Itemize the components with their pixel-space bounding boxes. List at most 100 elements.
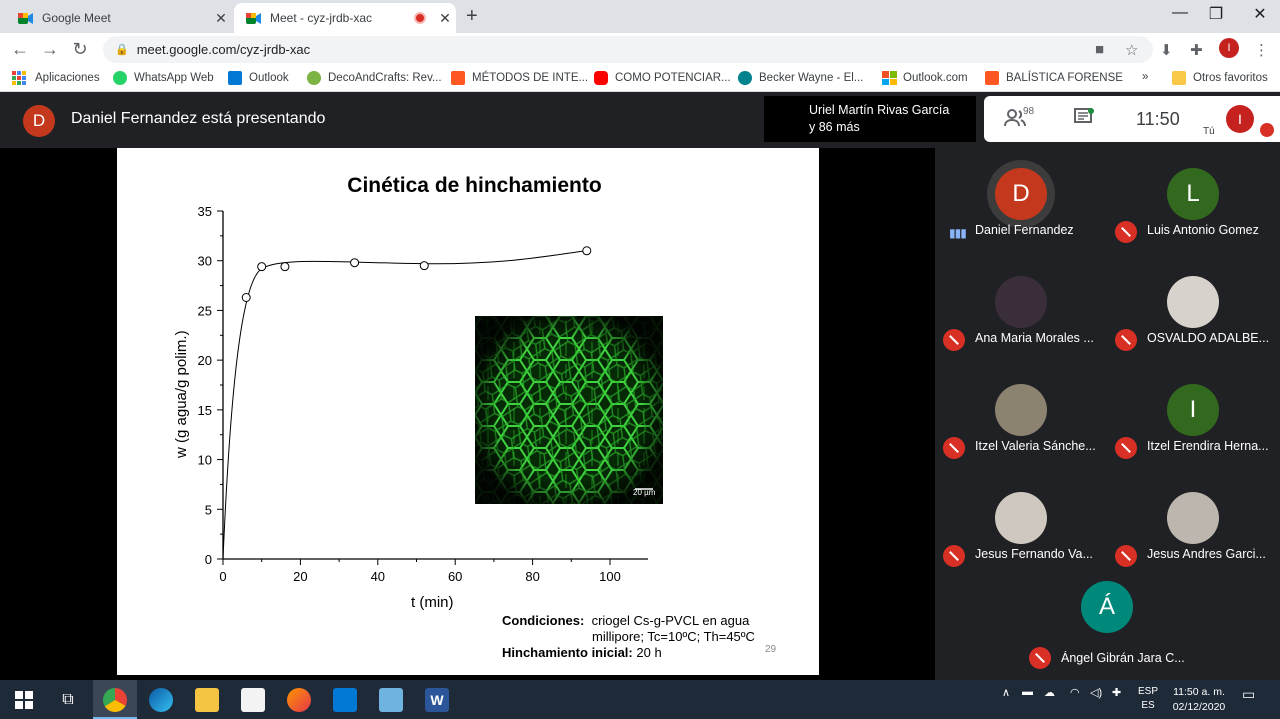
restore-icon[interactable]: ❐	[1196, 4, 1236, 24]
tab-title: Meet - cyz-jrdb-xac	[270, 11, 373, 25]
data-point	[257, 262, 267, 272]
download-icon[interactable]: ⬇	[1160, 41, 1173, 59]
tab-google-meet[interactable]: Google Meet ✕	[6, 3, 232, 33]
outlook-icon	[228, 71, 242, 85]
participant-tile[interactable]: Ana Maria Morales ...	[935, 256, 1107, 364]
participant-tile[interactable]: I Itzel Erendira Herna...	[1107, 364, 1279, 472]
data-point	[582, 246, 592, 256]
mic-off-icon	[1115, 329, 1137, 351]
file-explorer-icon[interactable]	[195, 688, 219, 712]
mic-off-icon	[943, 329, 965, 351]
menu-kebab-icon[interactable]: ⋮	[1254, 41, 1269, 59]
participant-avatar: I	[1167, 384, 1219, 436]
bookmark-como-potenciar[interactable]: COMO POTENCIAR...	[594, 71, 731, 85]
participant-tile-self-view[interactable]: Á Ángel Gibrán Jara C...	[1021, 573, 1193, 680]
bookmark-outlook-com[interactable]: Outlook.com	[882, 71, 968, 85]
scale-bar-label: 20 µm	[633, 488, 656, 497]
youtube-icon	[594, 71, 608, 85]
task-view-icon[interactable]: ⧉	[56, 688, 80, 712]
whatsapp-icon	[113, 71, 127, 85]
decocrafts-icon	[307, 71, 321, 85]
participant-name: Ángel Gibrán Jara C...	[1061, 651, 1185, 665]
edge-icon[interactable]	[149, 688, 173, 712]
bookmark-apps[interactable]: Aplicaciones	[12, 71, 100, 85]
more-bookmarks-chevron-icon[interactable]: »	[1142, 71, 1148, 83]
remote-desktop-icon[interactable]	[379, 688, 403, 712]
y-axis-title: w (g agua/g polim.)	[173, 330, 190, 458]
gift-icon[interactable]: ✚	[1112, 686, 1121, 699]
new-tab-plus-icon[interactable]: +	[466, 5, 478, 28]
participant-name: Ana Maria Morales ...	[975, 331, 1094, 345]
mic-off-icon	[1115, 545, 1137, 567]
browser-toolbar: ← → ↻ 🔒 meet.google.com/cyz-jrdb-xac ■ ☆…	[0, 33, 1280, 66]
forward-arrow-icon[interactable]: →	[38, 39, 62, 60]
wifi-icon[interactable]: ◠	[1070, 686, 1080, 699]
participant-tile[interactable]: Itzel Valeria Sánche...	[935, 364, 1107, 472]
mail-icon[interactable]	[333, 688, 357, 712]
mic-off-icon	[1029, 647, 1051, 669]
presentation-slide: Cinética de hinchamiento 0 20 40 60 80 100 0 5 1…	[117, 148, 819, 675]
mic-off-icon	[1260, 123, 1274, 137]
language-indicator[interactable]: ESP ES	[1138, 685, 1158, 713]
bookmark-star-icon[interactable]: ☆	[1125, 41, 1138, 59]
address-bar[interactable]: 🔒 meet.google.com/cyz-jrdb-xac	[103, 36, 1153, 63]
reload-icon[interactable]: ↻	[68, 39, 92, 60]
store-icon[interactable]	[241, 688, 265, 712]
bookmark-outlook[interactable]: Outlook	[228, 71, 289, 85]
participant-name: Jesus Andres Garci...	[1147, 547, 1266, 561]
volume-icon[interactable]: ◁)	[1090, 686, 1102, 699]
camera-icon[interactable]: ■	[1095, 41, 1104, 58]
participant-photo	[995, 384, 1047, 436]
bookmark-decocrafts[interactable]: DecoAndCrafts: Rev...	[307, 71, 442, 85]
word-icon[interactable]: W	[425, 688, 449, 712]
self-avatar[interactable]: I	[1226, 105, 1254, 133]
tray-chevron-up-icon[interactable]: ∧	[1002, 686, 1010, 699]
participant-photo	[1167, 276, 1219, 328]
participant-tile[interactable]: L Luis Antonio Gomez	[1107, 148, 1279, 256]
mic-off-icon	[1115, 437, 1137, 459]
participant-name: Itzel Erendira Herna...	[1147, 439, 1269, 453]
onedrive-cloud-icon[interactable]: ☁	[1044, 686, 1055, 699]
bookmark-metodos[interactable]: MÉTODOS DE INTE...	[451, 71, 588, 85]
extensions-icon[interactable]: ✚	[1190, 41, 1203, 59]
x-axis-title: t (min)	[411, 594, 454, 611]
close-icon[interactable]: ✕	[434, 10, 456, 27]
data-point	[280, 262, 290, 272]
y-tick-label: 5	[205, 502, 212, 517]
participant-avatar: L	[1167, 168, 1219, 220]
profile-avatar[interactable]: I	[1219, 38, 1239, 58]
tab-meet-call[interactable]: Meet - cyz-jrdb-xac ✕	[234, 3, 456, 33]
chrome-icon[interactable]	[103, 688, 127, 712]
bookmark-other-favorites[interactable]: Otros favoritos	[1172, 71, 1268, 85]
minimize-icon[interactable]: —	[1160, 4, 1200, 22]
meet-favicon-icon	[18, 12, 34, 25]
conditions-block: Condiciones: criogel Cs-g-PVCL en agua m…	[502, 613, 755, 661]
meet-controls-panel: 98 11:50 I Tú	[984, 96, 1280, 142]
participant-tile[interactable]: Jesus Andres Garci...	[1107, 472, 1279, 580]
bookmark-becker-wayne[interactable]: Becker Wayne - El...	[738, 71, 863, 85]
x-tick-label: 80	[525, 569, 539, 584]
url-text: meet.google.com/cyz-jrdb-xac	[136, 42, 311, 57]
swelling-kinetics-chart: 0 20 40 60 80 100 0 5 10 15 20 25 30 35	[198, 204, 648, 584]
close-icon[interactable]: ✕	[210, 10, 232, 27]
meeting-clock: 11:50	[1136, 109, 1180, 129]
participant-tile[interactable]: D ▮▮▮ Daniel Fernandez	[935, 148, 1107, 256]
microsoft-icon	[882, 71, 897, 85]
bookmark-whatsapp[interactable]: WhatsApp Web	[113, 71, 214, 85]
participant-tile[interactable]: OSVALDO ADALBE...	[1107, 256, 1279, 364]
participant-tile: Á Ángel Gibrán Jara C...	[1021, 573, 1193, 681]
windows-start-icon[interactable]	[12, 688, 36, 712]
meet-header: D Daniel Fernandez está presentando Urie…	[0, 92, 1280, 148]
web-icon	[738, 71, 752, 85]
browser-tab-strip: Google Meet ✕ Meet - cyz-jrdb-xac ✕ + — …	[0, 0, 1280, 33]
window-close-icon[interactable]: ✕	[1240, 4, 1280, 24]
taskbar-clock[interactable]: 11:50 a. m. 02/12/2020	[1168, 685, 1230, 715]
tray-camera-icon[interactable]: ▬	[1022, 686, 1033, 698]
notification-icon[interactable]: ▭	[1242, 686, 1255, 703]
bookmark-balistica[interactable]: BALÍSTICA FORENSE	[985, 71, 1123, 85]
back-arrow-icon[interactable]: ←	[8, 39, 32, 60]
participant-tile[interactable]: Jesus Fernando Va...	[935, 472, 1107, 580]
firefox-icon[interactable]	[287, 688, 311, 712]
blogger-icon	[985, 71, 999, 85]
conditions-label: Condiciones:	[502, 613, 585, 628]
